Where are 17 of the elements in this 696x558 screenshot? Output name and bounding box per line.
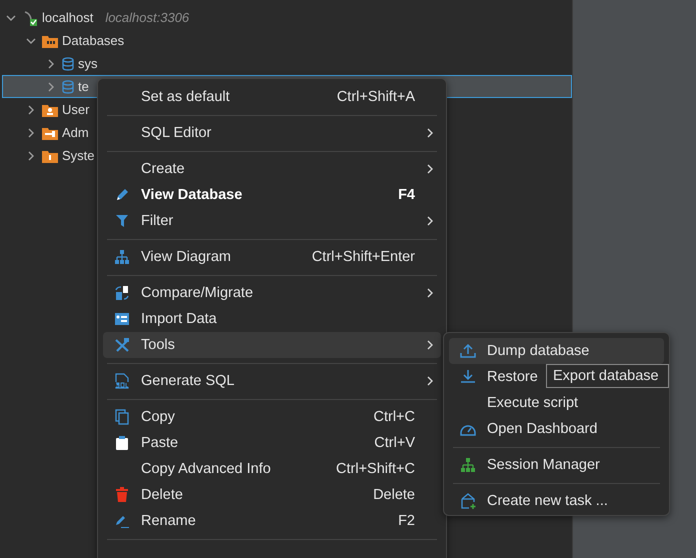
node-label: User (62, 102, 90, 117)
shortcut-label: Ctrl+V (374, 435, 415, 451)
shortcut-label: Delete (373, 487, 415, 503)
node-label: Syste (62, 148, 95, 163)
shortcut-label: Ctrl+C (374, 409, 415, 425)
shortcut-label: F4 (398, 187, 415, 203)
node-label: sys (78, 56, 98, 71)
node-label: Adm (62, 125, 89, 140)
node-label: Databases (62, 33, 124, 48)
connection-address: localhost:3306 (105, 10, 190, 25)
shortcut-label: F2 (398, 513, 415, 529)
shortcut-label: Ctrl+Shift+Enter (312, 249, 415, 265)
node-label: te (78, 79, 89, 94)
shortcut-label: Ctrl+Shift+C (336, 461, 415, 477)
node-label: localhost (42, 10, 94, 25)
shortcut-label: Ctrl+Shift+A (336, 89, 415, 105)
tooltip: Export database (546, 364, 669, 388)
